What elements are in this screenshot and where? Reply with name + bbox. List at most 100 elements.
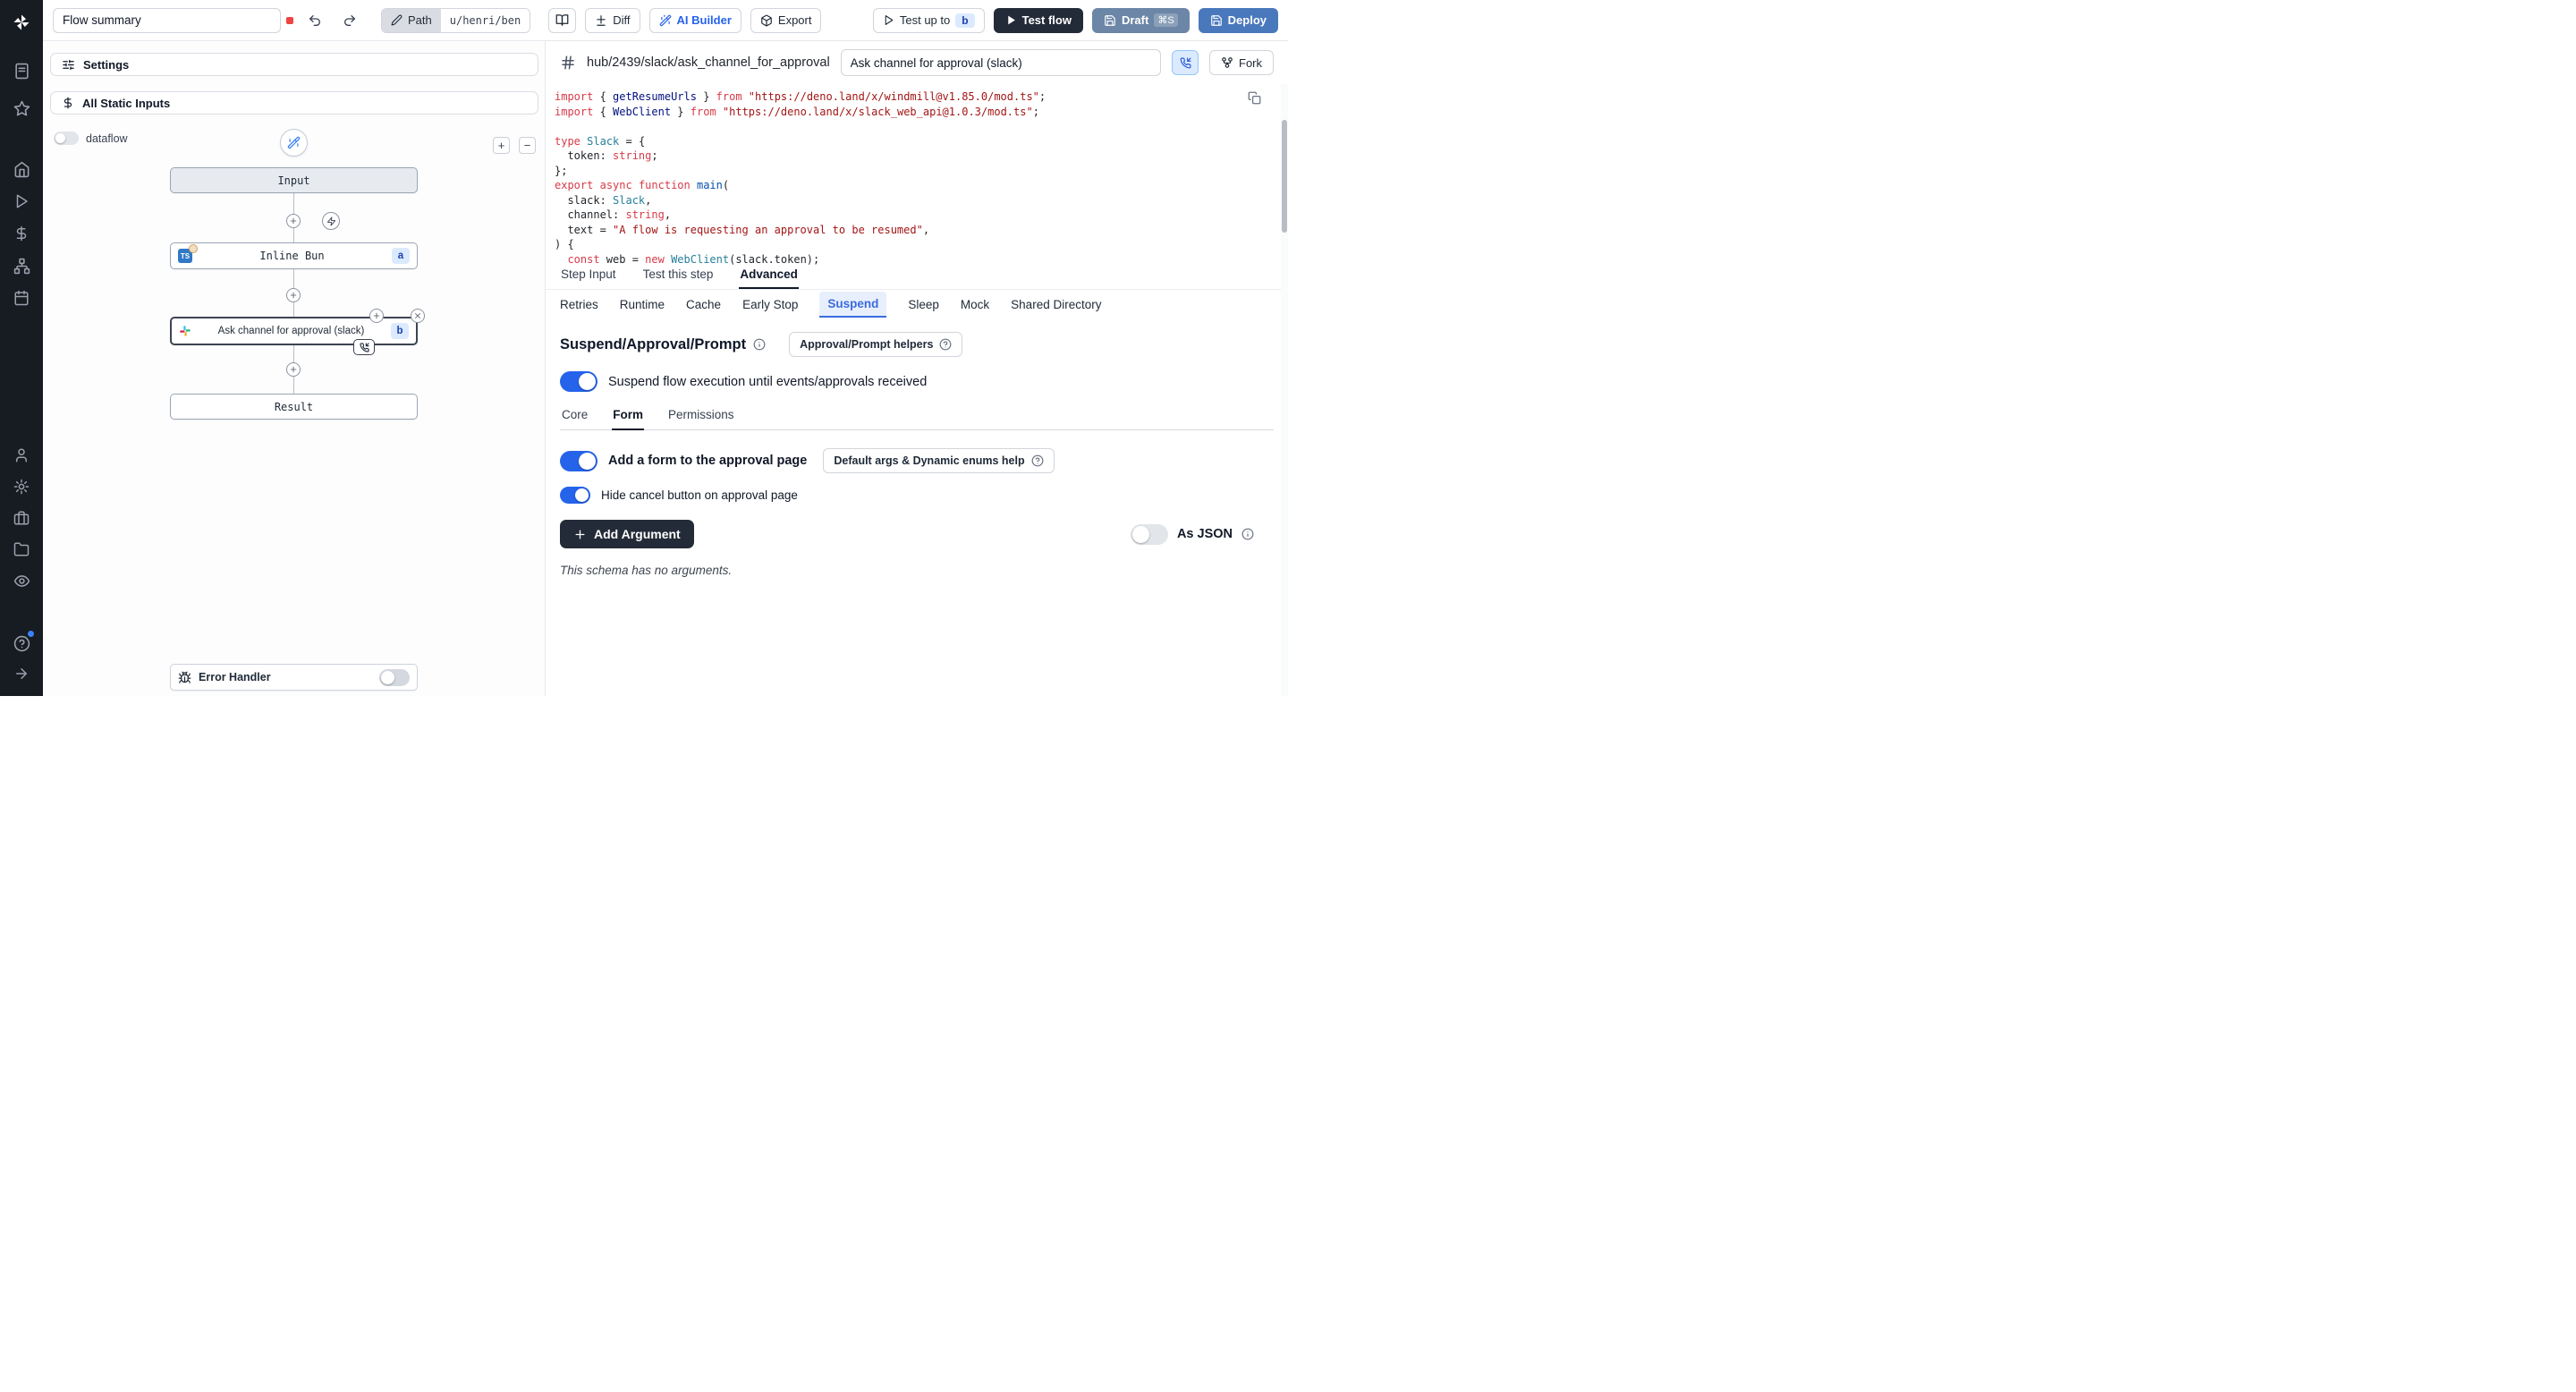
node-inline-bun[interactable]: TS Inline Bun a [170,242,418,269]
typescript-icon: TS [178,249,192,263]
redo-button[interactable] [337,8,361,32]
empty-schema-note: This schema has no arguments. [560,564,1274,577]
scrollbar-thumb[interactable] [1282,120,1287,233]
node-result[interactable]: Result [170,394,418,420]
node-input[interactable]: Input [170,167,418,193]
sitemap-icon [13,258,30,275]
sidebar-item-schedules[interactable] [7,284,36,311]
sidebar-item-runs[interactable] [7,188,36,215]
sidebar-item-variables[interactable] [7,220,36,247]
test-flow-button[interactable]: Test flow [994,8,1083,33]
approval-prompt-helpers-button[interactable]: Approval/Prompt helpers [789,332,962,357]
add-form-toggle[interactable] [560,451,597,471]
zoom-out-button[interactable]: − [519,137,536,154]
dataflow-label: dataflow [86,132,128,145]
tab-advanced[interactable]: Advanced [739,267,799,289]
sidebar-item-help[interactable] [7,630,36,657]
windmill-logo[interactable] [7,9,36,36]
insert-step-button[interactable] [286,362,301,377]
docs-button[interactable] [548,8,576,33]
sidebar-item-audit-logs[interactable] [7,567,36,594]
plus-icon [289,216,298,225]
tab-retries[interactable]: Retries [560,293,598,317]
draft-shortcut: ⌘S [1154,13,1177,27]
sidebar-item-users[interactable] [7,442,36,469]
sidebar-item-workers[interactable] [7,505,36,531]
add-argument-button[interactable]: Add Argument [560,520,694,548]
phone-incoming-icon [360,343,369,352]
sidebar-item-resources[interactable] [7,252,36,279]
insert-step-button[interactable] [286,214,301,228]
code-editor[interactable]: import { getResumeUrls } from "https://d… [546,84,1288,265]
zap-icon [326,216,336,226]
hub-script-icon [560,55,576,71]
zoom-in-button[interactable]: + [493,137,510,154]
node-delete-button[interactable] [411,309,425,323]
sidebar-item-favorites[interactable] [7,95,36,122]
git-fork-icon [1221,56,1233,69]
suspend-execution-label: Suspend flow execution until events/appr… [608,375,927,389]
sidebar-item-home[interactable] [7,156,36,182]
sidebar-item-apps[interactable] [7,57,36,84]
tab-early-stop[interactable]: Early Stop [742,293,798,317]
ai-builder-button[interactable]: AI Builder [649,8,741,33]
clipboard-icon [13,63,30,80]
suspend-execution-toggle[interactable] [560,371,597,392]
insert-step-button[interactable] [286,288,301,302]
sidebar-expand-button[interactable] [7,660,36,687]
insert-trigger-button[interactable] [322,212,340,230]
as-json-toggle[interactable] [1131,524,1168,545]
book-open-icon [555,13,569,27]
all-static-inputs-button[interactable]: All Static Inputs [50,91,538,115]
flow-settings-button[interactable]: Settings [50,53,538,76]
export-button[interactable]: Export [750,8,822,33]
path-editor[interactable]: Path u/henri/ben [381,8,530,33]
draft-button[interactable]: Draft ⌘S [1092,8,1190,33]
tab-form[interactable]: Form [612,408,644,430]
tab-cache[interactable]: Cache [686,293,721,317]
flow-ai-wand-button[interactable] [280,129,308,157]
tab-test-this-step[interactable]: Test this step [642,267,715,289]
draft-label: Draft [1122,13,1148,27]
tab-permissions[interactable]: Permissions [667,408,735,430]
scrollbar-track[interactable] [1281,84,1288,696]
deploy-button[interactable]: Deploy [1199,8,1278,33]
tab-runtime[interactable]: Runtime [620,293,665,317]
error-handler-toggle[interactable] [379,669,410,686]
app-sidebar [0,0,43,696]
info-icon[interactable] [1241,528,1254,540]
hide-cancel-toggle[interactable] [560,487,590,504]
default-args-help-button[interactable]: Default args & Dynamic enums help [823,448,1054,473]
error-handler-row[interactable]: Error Handler [170,664,418,691]
sidebar-item-folders[interactable] [7,536,36,563]
help-circle-icon [1031,454,1044,467]
tab-step-input[interactable]: Step Input [560,267,617,289]
node-add-branch-button[interactable] [369,309,384,323]
info-icon[interactable] [753,338,766,351]
tab-core[interactable]: Core [561,408,589,430]
sliders-icon [62,58,75,72]
tab-shared-directory[interactable]: Shared Directory [1011,293,1101,317]
copy-code-button[interactable] [1248,91,1261,105]
tab-mock[interactable]: Mock [961,293,989,317]
dataflow-toggle[interactable] [54,132,79,145]
test-up-to-button[interactable]: Test up to b [873,8,985,33]
sidebar-item-settings[interactable] [7,473,36,500]
tab-sleep[interactable]: Sleep [908,293,939,317]
phone-incoming-icon [1180,57,1191,69]
fork-button[interactable]: Fork [1209,50,1274,75]
package-icon [760,14,773,27]
user-icon [13,447,30,463]
diff-button[interactable]: Diff [585,8,640,33]
step-name-input[interactable] [841,49,1161,76]
tab-suspend[interactable]: Suspend [819,292,886,318]
plus-icon [289,365,298,374]
play-icon [13,193,30,209]
approval-phone-button[interactable] [1172,50,1199,75]
undo-button[interactable] [302,8,326,32]
undo-icon [308,13,322,28]
flow-summary-input[interactable] [53,8,281,33]
flow-settings-label: Settings [83,58,129,72]
path-chip: Path [382,9,441,32]
dataflow-toggle-row: dataflow [54,132,128,145]
